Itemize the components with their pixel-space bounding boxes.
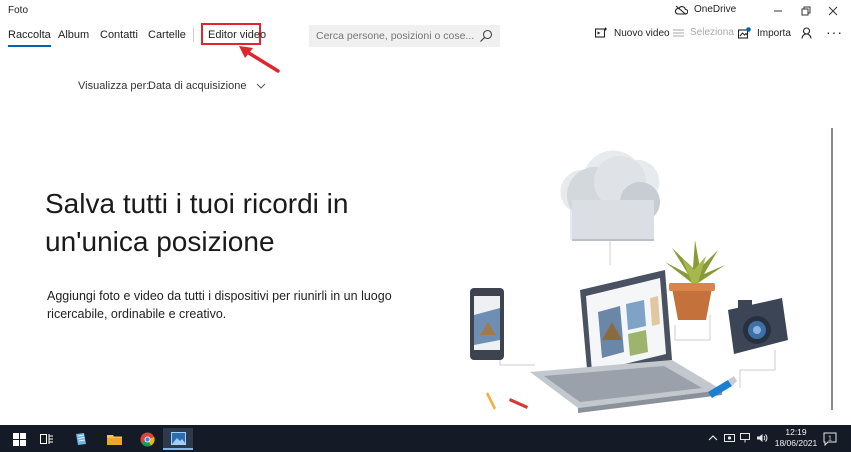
search-box bbox=[309, 25, 500, 47]
network-icon[interactable] bbox=[740, 433, 750, 443]
photos-app-window: Foto OneDrive Raccolta Album Contatti Ca… bbox=[0, 0, 851, 425]
hero-headline-line2: un'unica posizione bbox=[45, 226, 275, 257]
view-by-value: Data di acquisizione bbox=[148, 80, 247, 92]
tab-album[interactable]: Album bbox=[58, 29, 89, 41]
tab-editor-video[interactable]: Editor video bbox=[208, 29, 266, 41]
minimize-icon bbox=[774, 10, 782, 12]
select-label: Seleziona bbox=[690, 27, 734, 38]
tab-contatti[interactable]: Contatti bbox=[100, 29, 138, 41]
new-video-label: Nuovo video bbox=[614, 27, 670, 39]
more-dots-icon: ··· bbox=[826, 24, 843, 40]
title-bar: Foto OneDrive bbox=[0, 0, 851, 22]
search-icon[interactable] bbox=[479, 29, 493, 43]
cloud-icon bbox=[560, 150, 660, 241]
notification-count: 1 bbox=[828, 436, 832, 443]
restore-icon bbox=[801, 6, 811, 16]
meet-now-icon[interactable] bbox=[724, 433, 735, 443]
more-options-button[interactable]: ··· bbox=[826, 24, 843, 40]
red-arrow-annotation bbox=[239, 46, 280, 73]
top-toolbar: Raccolta Album Contatti Cartelle Editor … bbox=[0, 22, 851, 48]
search-input[interactable] bbox=[309, 25, 474, 47]
start-button[interactable] bbox=[4, 428, 34, 450]
import-label: Importa bbox=[757, 27, 791, 39]
hero-subtext-line1: Aggiungi foto e video da tutti i disposi… bbox=[47, 289, 392, 303]
vertical-scrollbar[interactable] bbox=[831, 128, 833, 410]
tab-raccolta[interactable]: Raccolta bbox=[8, 29, 51, 47]
view-by-label: Visualizza per: bbox=[78, 80, 150, 92]
task-view-button[interactable] bbox=[32, 428, 62, 450]
hero-subtext-line2: ricercabile, ordinabile e creativo. bbox=[47, 307, 227, 321]
pencils-icon bbox=[486, 392, 528, 410]
import-button[interactable]: Importa bbox=[738, 27, 791, 39]
devices-illustration bbox=[470, 150, 788, 413]
camera-icon bbox=[728, 298, 788, 354]
taskbar-chrome[interactable] bbox=[132, 428, 162, 450]
account-button[interactable] bbox=[801, 27, 812, 39]
smartphone-icon bbox=[470, 288, 504, 360]
hero-subtext: Aggiungi foto e video da tutti i disposi… bbox=[47, 287, 397, 323]
volume-icon[interactable] bbox=[756, 433, 768, 443]
new-video-button[interactable]: Nuovo video bbox=[595, 27, 670, 39]
video-editor-icon bbox=[595, 27, 607, 38]
photos-icon bbox=[170, 431, 186, 445]
folder-icon bbox=[106, 435, 122, 445]
person-icon bbox=[801, 27, 812, 39]
show-hidden-icons-chevron-icon[interactable] bbox=[708, 434, 718, 441]
windows-taskbar: 12:19 18/06/2021 1 bbox=[0, 425, 851, 452]
nav-divider bbox=[193, 28, 194, 42]
onedrive-status[interactable]: OneDrive bbox=[674, 4, 736, 15]
tab-cartelle[interactable]: Cartelle bbox=[148, 29, 186, 41]
chrome-icon bbox=[140, 432, 155, 446]
app-title: Foto bbox=[8, 5, 29, 16]
onedrive-cloud-icon bbox=[674, 5, 688, 15]
taskbar-file-explorer[interactable] bbox=[99, 428, 129, 450]
onedrive-label: OneDrive bbox=[694, 4, 737, 15]
hero-headline: Salva tutti i tuoi ricordi in un'unica p… bbox=[45, 185, 415, 261]
notepad-icon bbox=[76, 433, 86, 445]
hero-headline-line1: Salva tutti i tuoi ricordi in bbox=[45, 188, 349, 219]
select-list-icon bbox=[673, 29, 684, 36]
clock-time: 12:19 bbox=[785, 427, 807, 437]
import-icon bbox=[738, 27, 751, 39]
minimize-button[interactable] bbox=[765, 2, 791, 20]
view-by-dropdown[interactable]: Data di acquisizione bbox=[148, 80, 266, 92]
clock-date: 18/06/2021 bbox=[774, 438, 818, 448]
taskbar-photos-app[interactable] bbox=[163, 428, 193, 450]
task-view-icon bbox=[40, 434, 53, 444]
plant-icon bbox=[665, 240, 725, 320]
action-center-button[interactable]: 1 bbox=[819, 428, 841, 450]
close-window-button[interactable] bbox=[820, 2, 846, 20]
taskbar-clock[interactable]: 12:19 18/06/2021 bbox=[771, 427, 821, 449]
chevron-down-icon bbox=[257, 83, 266, 89]
taskbar-notepad[interactable] bbox=[66, 428, 96, 450]
select-button[interactable]: Seleziona bbox=[673, 27, 734, 38]
windows-logo-icon bbox=[12, 432, 26, 446]
notification-icon: 1 bbox=[823, 432, 837, 446]
close-icon bbox=[828, 6, 838, 16]
restore-button[interactable] bbox=[793, 2, 819, 20]
